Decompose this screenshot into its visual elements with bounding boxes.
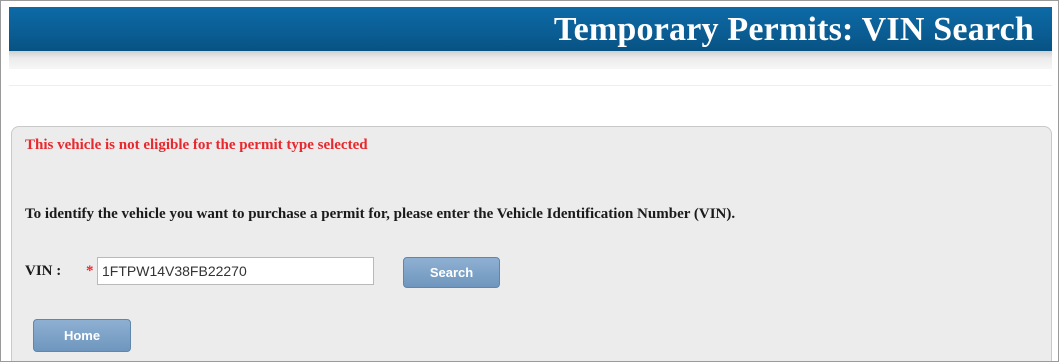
home-button[interactable]: Home [33,319,131,352]
page-title: Temporary Permits: VIN Search [553,11,1034,48]
vin-input[interactable] [97,257,374,285]
search-button[interactable]: Search [403,257,500,288]
header-bar: Temporary Permits: VIN Search [9,7,1052,51]
divider [9,85,1052,86]
header-shadow [9,51,1052,69]
instructions-text: To identify the vehicle you want to purc… [25,206,736,222]
vin-search-panel [11,126,1052,361]
page-frame: Temporary Permits: VIN Search This vehic… [0,0,1059,362]
required-marker: * [86,263,94,279]
vin-label: VIN : [25,263,62,279]
error-message: This vehicle is not eligible for the per… [25,137,368,153]
